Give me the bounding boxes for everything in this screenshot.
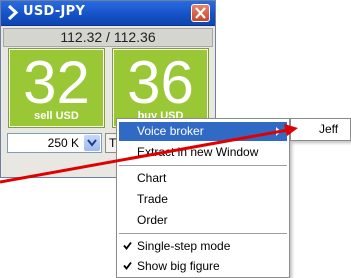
buy-big-digits: 36: [127, 49, 194, 116]
sell-label: sell USD: [34, 110, 79, 122]
submenu-item-jeff[interactable]: Jeff: [319, 122, 338, 136]
amount-select[interactable]: 250 K: [7, 133, 102, 153]
close-icon: [195, 7, 206, 19]
menu-item-label: Order: [137, 213, 168, 227]
menu-item-trade[interactable]: Trade: [119, 190, 287, 209]
menu-item-show-big-figure[interactable]: Show big figure: [119, 257, 287, 276]
menu-separator: [119, 233, 287, 234]
sell-big-digits: 32: [23, 49, 90, 116]
menu-item-order[interactable]: Order: [119, 211, 287, 230]
rate-display: 112.32 / 112.36: [3, 28, 213, 47]
menu-item-label: Voice broker: [137, 124, 204, 138]
submenu-arrow-icon: [276, 127, 281, 136]
chevron-down-icon: [87, 139, 97, 147]
menu-item-label: Trade: [137, 192, 168, 206]
currency-pair-title: USD-JPY: [23, 4, 86, 19]
checkmark-icon: [123, 261, 132, 270]
dropdown-button[interactable]: [84, 135, 100, 151]
widget-title-bar[interactable]: USD-JPY: [1, 1, 215, 26]
menu-item-single-step-mode[interactable]: Single-step mode: [119, 237, 287, 256]
menu-item-label: Single-step mode: [137, 239, 231, 253]
close-button[interactable]: [191, 4, 210, 22]
menu-item-label: Chart: [137, 171, 167, 185]
menu-item-extract-window[interactable]: Extract in new Window: [119, 143, 287, 162]
sell-price-button[interactable]: 32 sell USD: [8, 48, 105, 128]
chevron-right-icon: [6, 4, 20, 21]
amount-value: 250 K: [47, 136, 79, 150]
context-menu: Voice broker Extract in new Window Chart…: [116, 118, 290, 278]
buy-price-button[interactable]: 36 buy USD: [112, 48, 209, 128]
menu-item-label: Show big figure: [137, 259, 220, 273]
voice-broker-submenu: Jeff: [290, 118, 351, 141]
menu-item-label: Extract in new Window: [137, 145, 259, 159]
menu-separator: [119, 165, 287, 166]
menu-item-voice-broker[interactable]: Voice broker: [119, 122, 287, 141]
menu-item-chart[interactable]: Chart: [119, 169, 287, 188]
checkmark-icon: [123, 241, 132, 250]
